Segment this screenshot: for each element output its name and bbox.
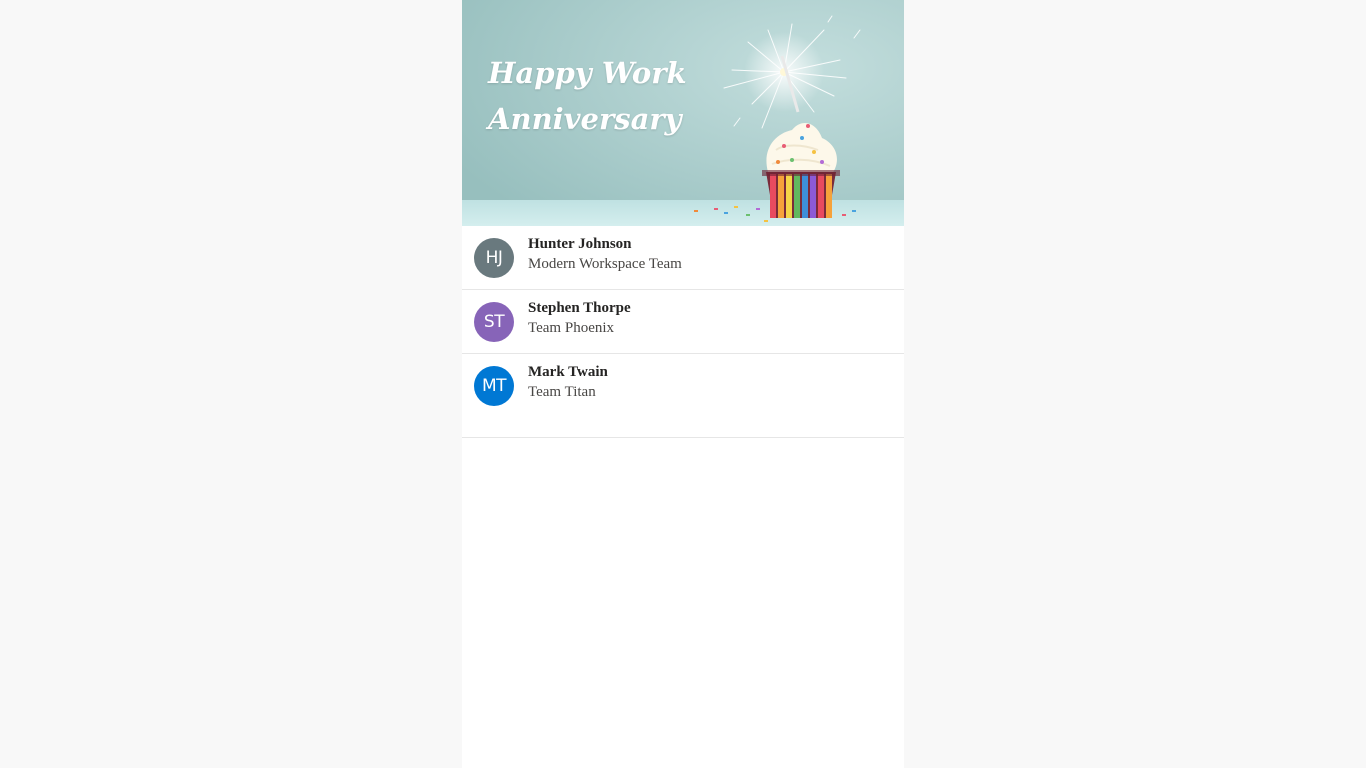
anniversary-banner-image: Happy Work Anniversary [462, 0, 904, 226]
avatar: HJ [474, 238, 514, 278]
person-item-stephen-thorpe[interactable]: ST Stephen Thorpe Team Phoenix [462, 290, 904, 354]
banner-title-line2: Anniversary [488, 102, 682, 136]
anniversary-card: Happy Work Anniversary HJ Hunter Johnson… [462, 0, 904, 768]
person-team: Team Phoenix [528, 320, 615, 336]
person-name: Mark Twain [528, 364, 608, 380]
person-team: Modern Workspace Team [528, 256, 682, 272]
person-item-hunter-johnson[interactable]: HJ Hunter Johnson Modern Workspace Team [462, 226, 904, 290]
person-team: Team Titan [528, 384, 596, 400]
avatar: ST [474, 302, 514, 342]
person-item-mark-twain[interactable]: MT Mark Twain Team Titan [462, 354, 904, 438]
person-name: Stephen Thorpe [528, 300, 631, 316]
person-name: Hunter Johnson [528, 236, 632, 252]
banner-title-line1: Happy Work [488, 56, 687, 90]
avatar: MT [474, 366, 514, 406]
anniversary-people-list: HJ Hunter Johnson Modern Workspace Team … [462, 226, 904, 438]
banner-title: Happy Work Anniversary [488, 50, 687, 142]
